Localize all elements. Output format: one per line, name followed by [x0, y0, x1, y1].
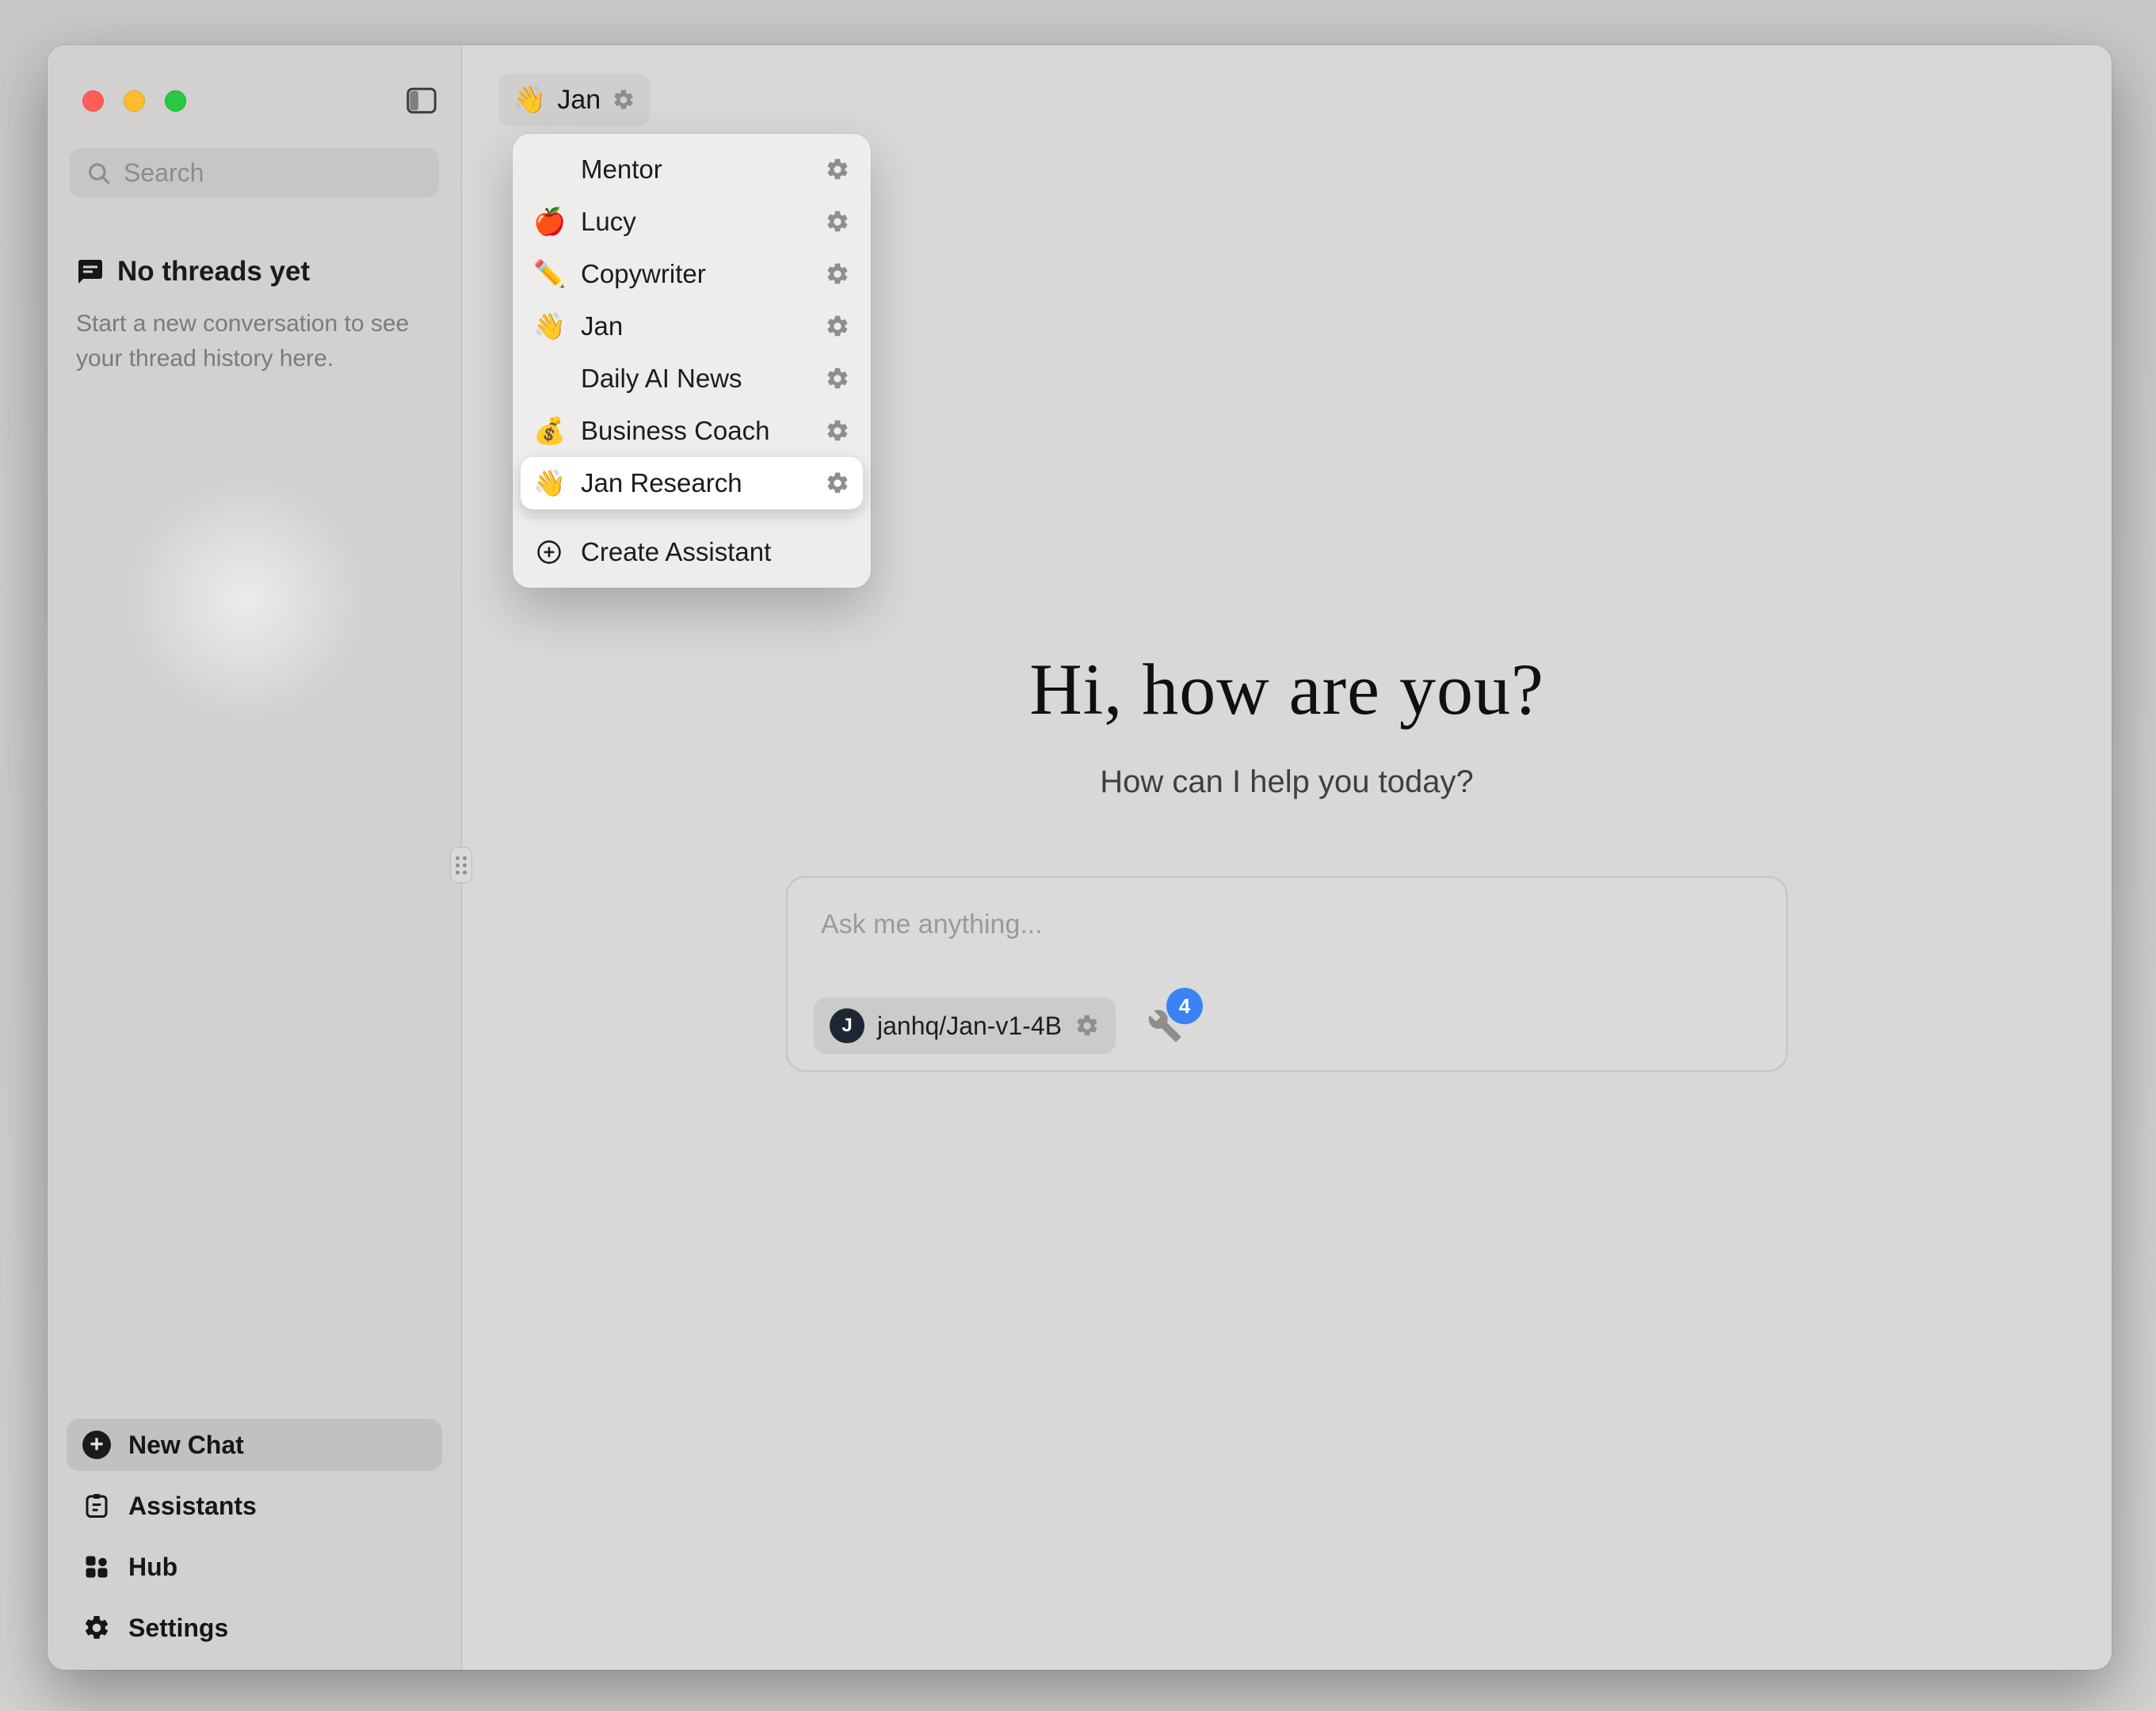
hero-section: Hi, how are you? How can I help you toda… [462, 647, 2112, 1072]
plus-circle-outline-icon [533, 539, 565, 566]
search-field [70, 148, 439, 197]
nav-label: Settings [128, 1614, 228, 1643]
red-apple-icon: 🍎 [533, 207, 565, 238]
model-gear-icon[interactable] [1074, 1013, 1100, 1038]
menu-item-label: Business Coach [581, 416, 809, 446]
nav-label: Hub [128, 1553, 177, 1582]
model-avatar: J [830, 1008, 864, 1043]
sidebar: No threads yet Start a new conversation … [48, 45, 462, 1670]
model-name: janhq/Jan-v1-4B [877, 1012, 1062, 1041]
plus-circle-icon: + [82, 1431, 111, 1459]
close-button[interactable] [82, 90, 104, 112]
pencil-icon: ✏️ [533, 259, 565, 290]
assistant-dropdown-menu: Mentor 🍎 Lucy ✏️ Copywriter [513, 134, 871, 588]
sidebar-item-hub[interactable]: Hub [67, 1541, 442, 1593]
waving-hand-icon: 👋 [513, 84, 546, 116]
main-area: 👋 Jan Mentor 🍎 Lucy [462, 45, 2112, 1670]
menu-item-lucy[interactable]: 🍎 Lucy [521, 196, 863, 248]
empty-state-title: No threads yet [117, 256, 310, 288]
search-input[interactable] [70, 148, 439, 197]
sidebar-nav: + New Chat Assistants [67, 1419, 442, 1654]
menu-item-label: Mentor [581, 154, 809, 185]
menu-item-label: Copywriter [581, 259, 809, 289]
menu-item-label: Jan Research [581, 468, 809, 498]
menu-item-jan-research[interactable]: 👋 Jan Research [521, 457, 863, 509]
app-window: No threads yet Start a new conversation … [48, 45, 2112, 1670]
gear-icon[interactable] [825, 418, 850, 444]
menu-item-jan[interactable]: 👋 Jan [521, 300, 863, 352]
gear-icon[interactable] [825, 261, 850, 287]
sidebar-item-assistants[interactable]: Assistants [67, 1480, 442, 1532]
greeting-subtitle: How can I help you today? [462, 764, 2112, 800]
nav-label: New Chat [128, 1431, 244, 1460]
assistant-gear-icon[interactable] [612, 88, 635, 112]
waving-hand-icon: 👋 [533, 311, 565, 342]
money-bag-icon: 💰 [533, 416, 565, 447]
gear-icon [82, 1614, 111, 1642]
nav-label: Assistants [128, 1492, 257, 1521]
assistant-selector-chip[interactable]: 👋 Jan [498, 74, 650, 126]
menu-item-mentor[interactable]: Mentor [521, 143, 863, 196]
sidebar-item-new-chat[interactable]: + New Chat [67, 1419, 442, 1471]
hub-grid-icon [82, 1553, 111, 1581]
tools-count-badge: 4 [1166, 988, 1203, 1024]
empty-state-description: Start a new conversation to see your thr… [76, 307, 425, 377]
model-selector[interactable]: J janhq/Jan-v1-4B [814, 997, 1116, 1054]
sidebar-item-settings[interactable]: Settings [67, 1602, 442, 1654]
gear-icon[interactable] [825, 157, 850, 182]
chat-input[interactable] [788, 878, 1786, 949]
gear-icon[interactable] [825, 209, 850, 234]
zoom-button[interactable] [165, 90, 186, 112]
menu-item-daily-ai-news[interactable]: Daily AI News [521, 352, 863, 405]
menu-item-create-assistant[interactable]: Create Assistant [521, 526, 863, 578]
gear-icon[interactable] [825, 314, 850, 339]
greeting-title: Hi, how are you? [462, 647, 2112, 731]
search-icon [86, 160, 113, 187]
menu-item-business-coach[interactable]: 💰 Business Coach [521, 405, 863, 457]
traffic-lights [82, 90, 186, 112]
minimize-button[interactable] [124, 90, 145, 112]
desktop-background: No threads yet Start a new conversation … [0, 0, 2156, 1711]
tools-button[interactable]: 4 [1147, 1008, 1182, 1043]
sidebar-toggle-icon[interactable] [404, 85, 439, 116]
gear-icon[interactable] [825, 366, 850, 391]
assistant-name: Jan [557, 85, 601, 116]
chat-bubble-icon [76, 257, 105, 286]
menu-item-label: Create Assistant [581, 537, 850, 567]
grip-dots-icon [456, 856, 467, 875]
gear-icon[interactable] [825, 471, 850, 496]
assistants-badge-icon [82, 1492, 111, 1520]
menu-item-label: Daily AI News [581, 364, 809, 394]
menu-separator [527, 517, 857, 518]
menu-item-label: Jan [581, 311, 809, 341]
waving-hand-icon: 👋 [533, 468, 565, 499]
menu-item-label: Lucy [581, 207, 809, 237]
chat-composer: J janhq/Jan-v1-4B 4 [786, 876, 1788, 1072]
sidebar-resize-handle[interactable] [450, 847, 472, 883]
menu-item-copywriter[interactable]: ✏️ Copywriter [521, 248, 863, 300]
empty-threads-state: No threads yet Start a new conversation … [76, 256, 439, 377]
